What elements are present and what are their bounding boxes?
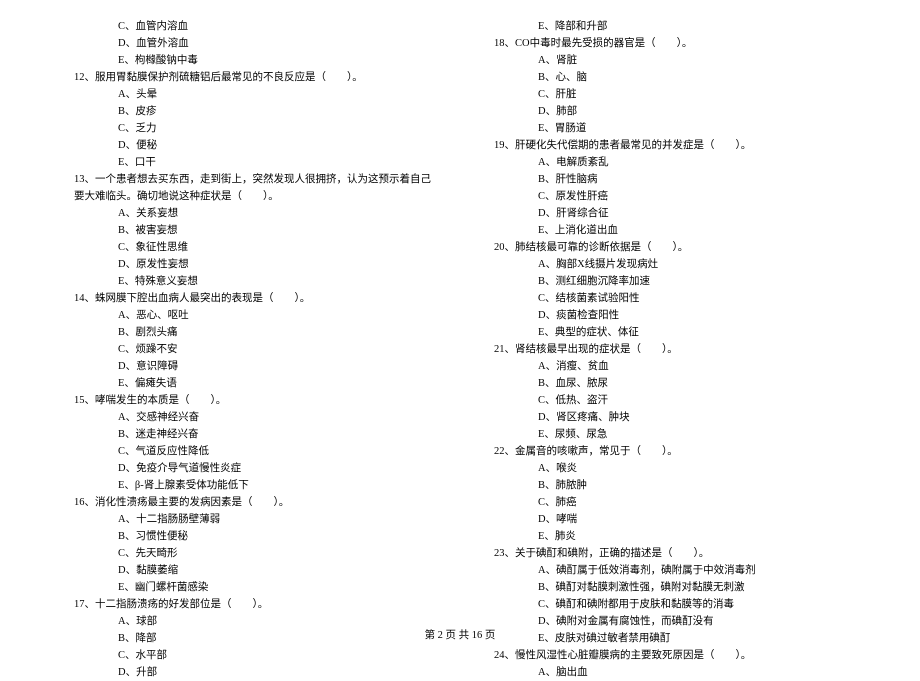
left-option: E、口干 bbox=[60, 154, 440, 171]
left-option: D、原发性妄想 bbox=[60, 256, 440, 273]
right-option: A、脑出血 bbox=[480, 664, 860, 681]
right-option: D、痰菌检查阳性 bbox=[480, 307, 860, 324]
left-option: B、习惯性便秘 bbox=[60, 528, 440, 545]
left-question-stem: 14、蛛网膜下腔出血病人最突出的表现是（ ）。 bbox=[60, 290, 440, 307]
right-option: E、胃肠道 bbox=[480, 120, 860, 137]
right-option: C、低热、盗汗 bbox=[480, 392, 860, 409]
right-option: A、胸部X线摄片发现病灶 bbox=[480, 256, 860, 273]
right-question-stem: 23、关于碘酊和碘附，正确的描述是（ ）。 bbox=[480, 545, 860, 562]
left-pre-opt: D、血管外溶血 bbox=[60, 35, 440, 52]
left-option: A、关系妄想 bbox=[60, 205, 440, 222]
left-option: A、头晕 bbox=[60, 86, 440, 103]
right-option: E、肺炎 bbox=[480, 528, 860, 545]
right-option: C、原发性肝癌 bbox=[480, 188, 860, 205]
right-pre-opt: E、降部和升部 bbox=[480, 18, 860, 35]
left-pre-opt: E、枸橼酸钠中毒 bbox=[60, 52, 440, 69]
left-option: E、特殊意义妄想 bbox=[60, 273, 440, 290]
left-option: C、气道反应性降低 bbox=[60, 443, 440, 460]
left-question-stem: 13、一个患者想去买东西，走到街上，突然发现人很拥挤，认为这预示着自己要大难临头… bbox=[60, 171, 440, 205]
left-option: E、幽门螺杆菌感染 bbox=[60, 579, 440, 596]
left-option: E、β-肾上腺素受体功能低下 bbox=[60, 477, 440, 494]
right-option: A、碘酊属于低效消毒剂，碘附属于中效消毒剂 bbox=[480, 562, 860, 579]
left-question-stem: 15、哮喘发生的本质是（ ）。 bbox=[60, 392, 440, 409]
right-question-stem: 18、CO中毒时最先受损的器官是（ ）。 bbox=[480, 35, 860, 52]
left-option: E、偏瘫失语 bbox=[60, 375, 440, 392]
left-option: B、迷走神经兴奋 bbox=[60, 426, 440, 443]
left-option: C、先天畸形 bbox=[60, 545, 440, 562]
page-footer: 第 2 页 共 16 页 bbox=[0, 627, 920, 642]
right-option: B、血尿、脓尿 bbox=[480, 375, 860, 392]
right-option: E、典型的症状、体征 bbox=[480, 324, 860, 341]
right-option: D、肝肾综合征 bbox=[480, 205, 860, 222]
left-option: B、剧烈头痛 bbox=[60, 324, 440, 341]
left-option: D、黏膜萎缩 bbox=[60, 562, 440, 579]
right-option: B、肝性脑病 bbox=[480, 171, 860, 188]
left-option: A、恶心、呕吐 bbox=[60, 307, 440, 324]
left-option: D、便秘 bbox=[60, 137, 440, 154]
right-option: A、电解质紊乱 bbox=[480, 154, 860, 171]
right-option: D、肾区疼痛、肿块 bbox=[480, 409, 860, 426]
left-option: C、象征性思维 bbox=[60, 239, 440, 256]
right-question-stem: 20、肺结核最可靠的诊断依据是（ ）。 bbox=[480, 239, 860, 256]
left-option: D、意识障碍 bbox=[60, 358, 440, 375]
right-option: A、肾脏 bbox=[480, 52, 860, 69]
left-option: A、交感神经兴奋 bbox=[60, 409, 440, 426]
right-option: A、喉炎 bbox=[480, 460, 860, 477]
left-option: D、免疫介导气道慢性炎症 bbox=[60, 460, 440, 477]
left-question-stem: 12、服用胃黏膜保护剂硫糖铝后最常见的不良反应是（ ）。 bbox=[60, 69, 440, 86]
left-pre-opt: C、血管内溶血 bbox=[60, 18, 440, 35]
right-question-stem: 22、金属音的咳嗽声，常见于（ ）。 bbox=[480, 443, 860, 460]
right-option: B、碘酊对黏膜刺激性强，碘附对黏膜无刺激 bbox=[480, 579, 860, 596]
right-question-stem: 21、肾结核最早出现的症状是（ ）。 bbox=[480, 341, 860, 358]
right-option: E、尿频、尿急 bbox=[480, 426, 860, 443]
right-option: D、哮喘 bbox=[480, 511, 860, 528]
right-option: D、肺部 bbox=[480, 103, 860, 120]
right-option: B、心、脑 bbox=[480, 69, 860, 86]
left-option: D、升部 bbox=[60, 664, 440, 681]
right-option: B、测红细胞沉降率加速 bbox=[480, 273, 860, 290]
left-option: B、被害妄想 bbox=[60, 222, 440, 239]
left-option: C、乏力 bbox=[60, 120, 440, 137]
right-option: C、肝脏 bbox=[480, 86, 860, 103]
right-option: E、上消化道出血 bbox=[480, 222, 860, 239]
left-option: A、十二指肠肠壁薄弱 bbox=[60, 511, 440, 528]
right-question-stem: 19、肝硬化失代偿期的患者最常见的并发症是（ ）。 bbox=[480, 137, 860, 154]
left-question-stem: 16、消化性溃疡最主要的发病因素是（ ）。 bbox=[60, 494, 440, 511]
right-option: A、消瘦、贫血 bbox=[480, 358, 860, 375]
right-option: C、结核菌素试验阳性 bbox=[480, 290, 860, 307]
left-question-stem: 17、十二指肠溃疡的好发部位是（ ）。 bbox=[60, 596, 440, 613]
right-option: B、肺脓肿 bbox=[480, 477, 860, 494]
left-option: C、烦躁不安 bbox=[60, 341, 440, 358]
right-option: C、碘酊和碘附都用于皮肤和黏膜等的消毒 bbox=[480, 596, 860, 613]
left-option: B、皮疹 bbox=[60, 103, 440, 120]
right-option: C、肺癌 bbox=[480, 494, 860, 511]
